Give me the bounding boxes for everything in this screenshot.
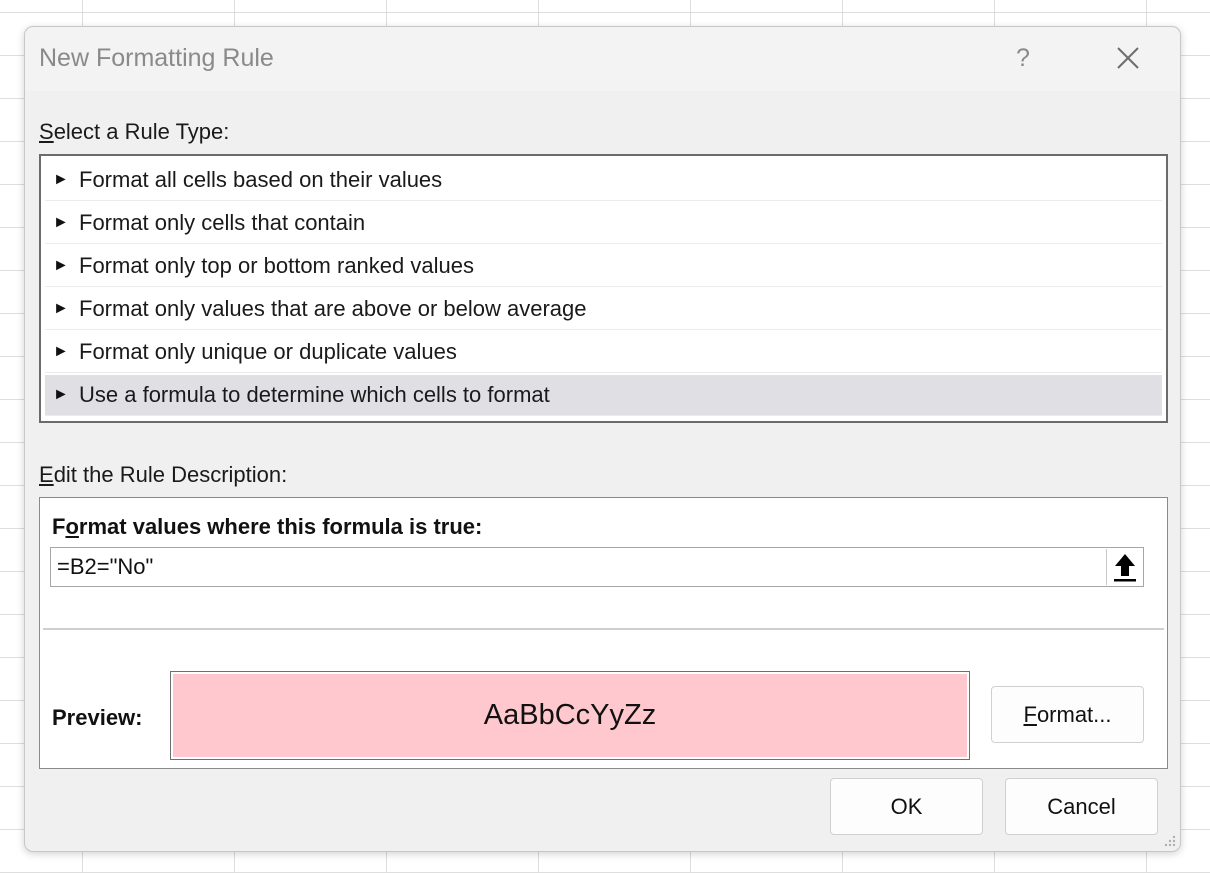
rule-description-label: Edit the Rule Description: <box>39 462 287 488</box>
rule-type-label-text: elect a Rule Type: <box>53 119 230 144</box>
rule-type-label-mnemonic: S <box>39 119 54 144</box>
bullet-arrow-icon: ► <box>53 214 69 231</box>
rule-type-item[interactable]: ► Format all cells based on their values <box>45 160 1162 201</box>
resize-grip-icon[interactable] <box>1162 833 1176 847</box>
preview-sample-text: AaBbCcYyZz <box>173 674 967 757</box>
formula-input[interactable] <box>50 547 1144 587</box>
rule-description-panel: Format values where this formula is true… <box>39 497 1168 769</box>
formula-heading-mnemonic: o <box>65 514 79 539</box>
rule-description-label-text: dit the Rule Description: <box>53 462 288 487</box>
section-divider <box>43 628 1164 630</box>
close-button[interactable] <box>1111 41 1145 75</box>
rule-description-label-mnemonic: E <box>39 462 54 487</box>
new-formatting-rule-dialog: New Formatting Rule ? Select a Rule Type… <box>24 26 1181 852</box>
close-icon <box>1117 47 1139 69</box>
formula-heading-prefix: F <box>52 514 66 539</box>
help-button[interactable]: ? <box>1009 41 1037 75</box>
arrow-up-icon <box>1114 554 1136 582</box>
rule-type-item-label: Format all cells based on their values <box>79 167 443 192</box>
ok-button[interactable]: OK <box>830 778 983 835</box>
collapse-dialog-button[interactable] <box>1106 549 1143 585</box>
rule-type-item-label: Format only unique or duplicate values <box>79 339 457 364</box>
format-button-mnemonic: F <box>1023 702 1037 727</box>
rule-type-item[interactable]: ► Format only unique or duplicate values <box>45 332 1162 373</box>
formula-heading-text: rmat values where this formula is true: <box>78 514 483 539</box>
format-button-text: ormat... <box>1036 702 1112 727</box>
rule-type-item-label: Use a formula to determine which cells t… <box>79 382 550 407</box>
cancel-button[interactable]: Cancel <box>1005 778 1158 835</box>
format-button[interactable]: Format... <box>991 686 1144 743</box>
dialog-title: New Formatting Rule <box>39 44 274 72</box>
rule-type-item-label: Format only values that are above or bel… <box>79 296 587 321</box>
bullet-arrow-icon: ► <box>53 343 69 360</box>
title-bar: New Formatting Rule ? <box>25 27 1180 91</box>
rule-type-item[interactable]: ► Format only values that are above or be… <box>45 289 1162 330</box>
bullet-arrow-icon: ► <box>53 171 69 188</box>
rule-type-list[interactable]: ► Format all cells based on their values ►… <box>39 154 1168 423</box>
rule-type-item-label: Format only cells that contain <box>79 210 366 235</box>
rule-type-item-label: Format only top or bottom ranked values <box>79 253 474 278</box>
formula-heading: Format values where this formula is true… <box>52 514 482 540</box>
rule-type-item[interactable]: ► Format only cells that contain <box>45 203 1162 244</box>
bullet-arrow-icon: ► <box>53 257 69 274</box>
rule-type-item[interactable]: ► Use a formula to determine which cells … <box>45 375 1162 416</box>
preview-box: AaBbCcYyZz <box>170 671 970 760</box>
rule-type-item[interactable]: ► Format only top or bottom ranked values <box>45 246 1162 287</box>
bullet-arrow-icon: ► <box>53 386 69 403</box>
rule-type-label: Select a Rule Type: <box>39 119 229 145</box>
bullet-arrow-icon: ► <box>53 300 69 317</box>
preview-label: Preview: <box>52 705 143 730</box>
